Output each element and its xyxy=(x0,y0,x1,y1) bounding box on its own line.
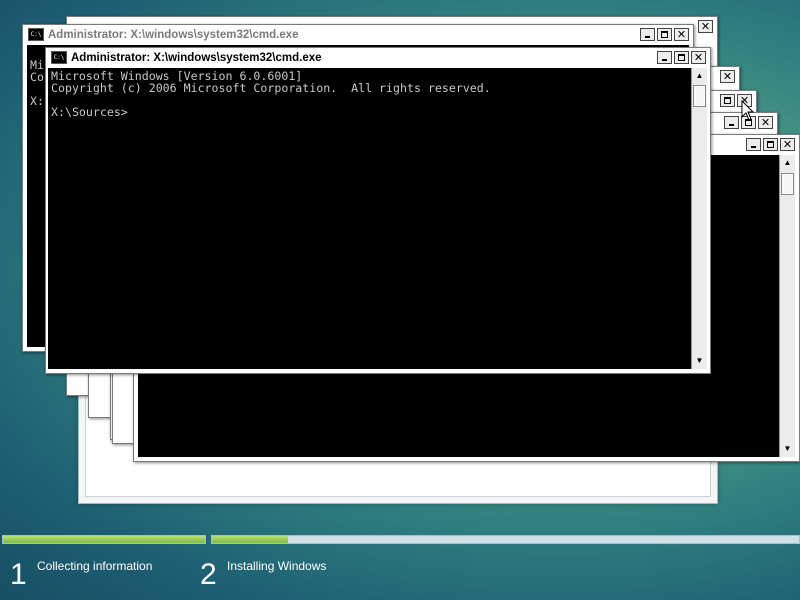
scroll-thumb[interactable] xyxy=(693,85,706,107)
close-button[interactable]: ✕ xyxy=(758,116,773,129)
progress-fill-step-1 xyxy=(3,536,205,543)
close-button[interactable]: ✕ xyxy=(720,70,735,83)
cmd-window-active[interactable]: C:\ Administrator: X:\windows\system32\c… xyxy=(45,47,711,374)
minimize-button[interactable] xyxy=(724,116,739,129)
vertical-scrollbar[interactable]: ▲ ▼ xyxy=(691,68,707,369)
progress-fill-step-2 xyxy=(212,536,289,543)
console-line: X: xyxy=(30,94,44,108)
maximize-button[interactable] xyxy=(720,94,735,107)
scroll-down-arrow[interactable]: ▼ xyxy=(692,353,707,369)
progress-bar-step-1 xyxy=(2,535,206,544)
close-button[interactable]: ✕ xyxy=(698,20,713,33)
step-label-installing: Installing Windows xyxy=(227,559,327,573)
scroll-thumb[interactable] xyxy=(781,173,794,195)
window-title: Administrator: X:\windows\system32\cmd.e… xyxy=(48,28,299,41)
mouse-pointer-icon xyxy=(741,100,755,121)
vertical-scrollbar[interactable]: ▲ ▼ xyxy=(779,155,795,457)
minimize-button[interactable] xyxy=(640,28,655,41)
step-label-collecting: Collecting information xyxy=(37,559,153,573)
minimize-button[interactable] xyxy=(746,138,761,151)
scroll-up-arrow[interactable]: ▲ xyxy=(692,68,707,84)
scroll-down-arrow[interactable]: ▼ xyxy=(780,441,795,457)
maximize-button[interactable] xyxy=(674,51,689,64)
console-line: X:\Sources> xyxy=(51,105,128,119)
cmd-window-titlebar[interactable]: C:\ Administrator: X:\windows\system32\c… xyxy=(23,25,693,44)
step-number-2: 2 xyxy=(200,558,217,591)
cmd-app-icon: C:\ xyxy=(28,28,44,41)
window-title: Administrator: X:\windows\system32\cmd.e… xyxy=(71,51,322,64)
maximize-button[interactable] xyxy=(657,28,672,41)
console-output[interactable]: Microsoft Windows [Version 6.0.6001] Cop… xyxy=(48,68,691,369)
step-number-1: 1 xyxy=(10,558,27,591)
scroll-up-arrow[interactable]: ▲ xyxy=(780,155,795,171)
close-button[interactable]: ✕ xyxy=(780,138,795,151)
maximize-button[interactable] xyxy=(763,138,778,151)
progress-bar-step-2 xyxy=(211,535,800,544)
close-button[interactable]: ✕ xyxy=(691,51,706,64)
cmd-app-icon: C:\ xyxy=(51,51,67,64)
setup-progress-area: 1 Collecting information 2 Installing Wi… xyxy=(0,532,800,600)
console-line: Copyright (c) 2006 Microsoft Corporation… xyxy=(51,81,491,95)
console-line: Co xyxy=(30,70,44,84)
cmd-window-titlebar[interactable]: C:\ Administrator: X:\windows\system32\c… xyxy=(46,48,710,67)
close-button[interactable]: ✕ xyxy=(674,28,689,41)
minimize-button[interactable] xyxy=(657,51,672,64)
